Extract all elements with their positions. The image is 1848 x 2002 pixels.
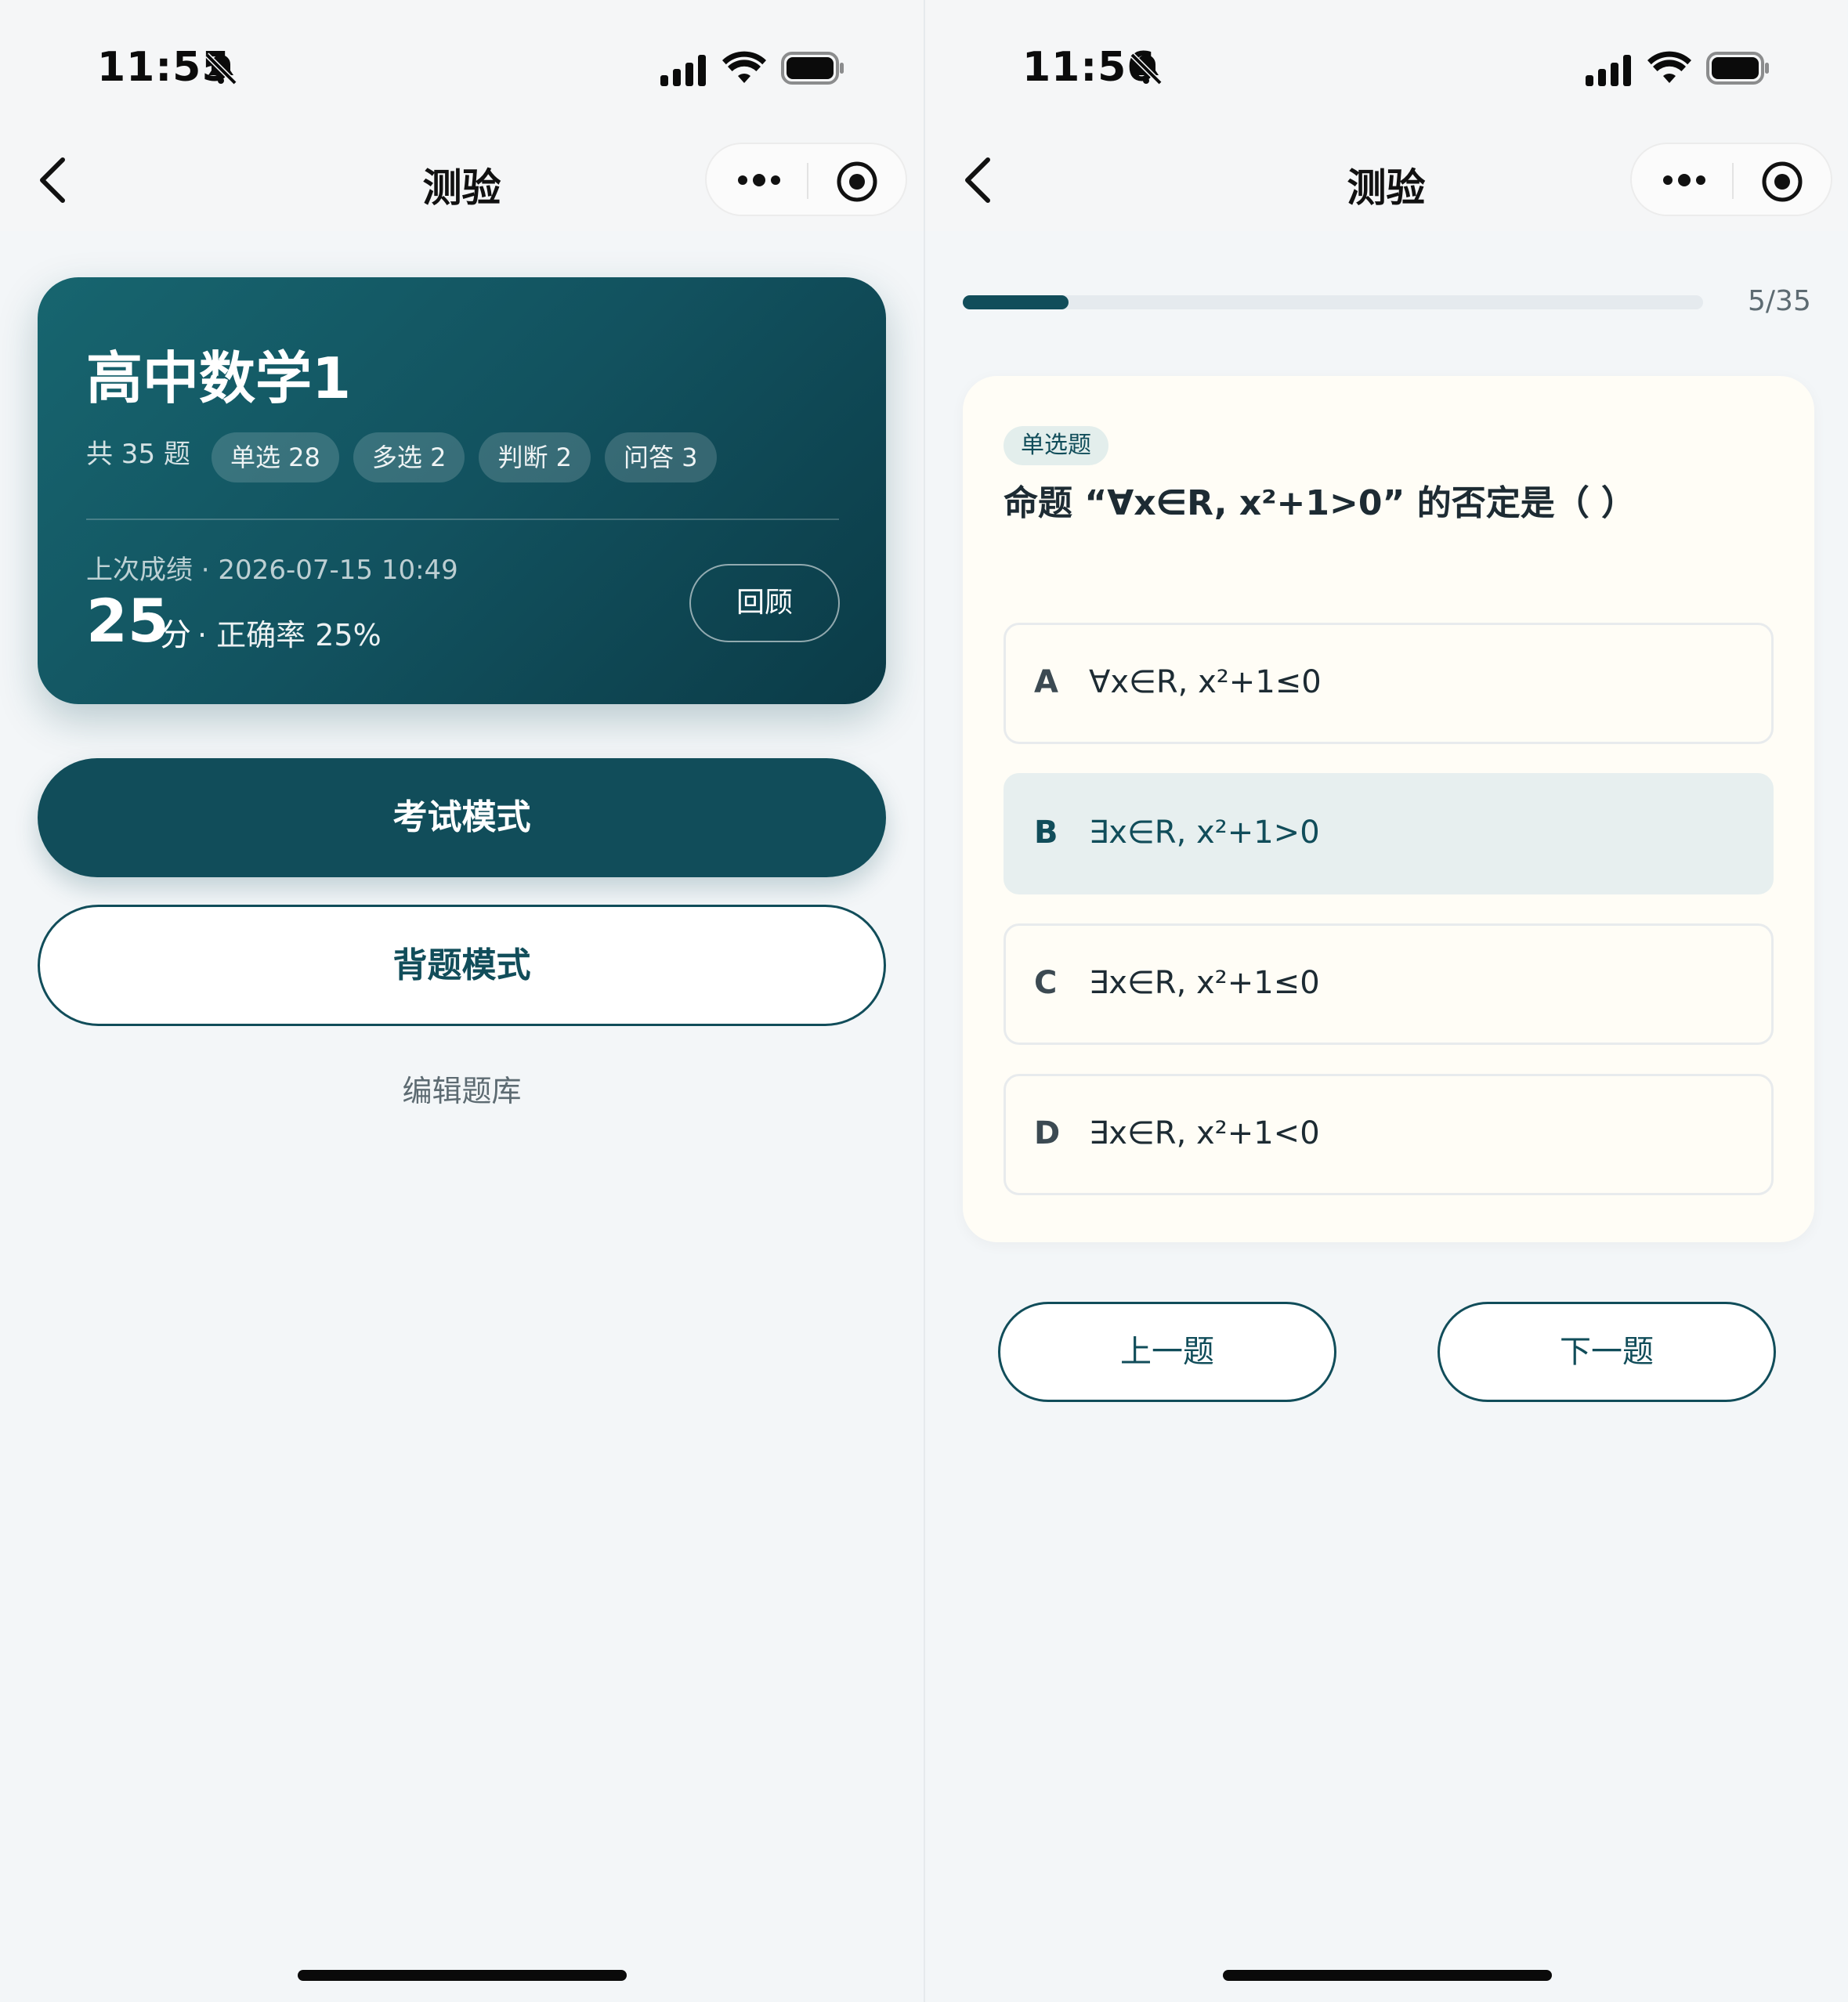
option-letter: D [1034,1115,1061,1151]
previous-question-button[interactable]: 上一题 [998,1302,1336,1402]
signal-icon [1586,55,1631,86]
option-b[interactable]: B ∃x∈R, x²+1>0 [1004,773,1774,894]
option-d[interactable]: D ∃x∈R, x²+1<0 [1004,1074,1774,1195]
exam-mode-button[interactable]: 考试模式 [38,758,886,877]
nav-bar: 测验 [925,133,1847,231]
home-indicator[interactable] [298,1970,627,1981]
battery-icon [1706,52,1769,85]
option-c[interactable]: C ∃x∈R, x²+1≤0 [1004,923,1774,1045]
chip-single-choice: 单选 28 [212,432,339,482]
home-indicator[interactable] [1223,1970,1552,1981]
option-letter: B [1034,815,1058,851]
quiz-summary-card: 高中数学1 共 35 题 单选 28 多选 2 判断 2 问答 3 上次成绩 ·… [38,277,886,704]
memorize-mode-button[interactable]: 背题模式 [38,905,886,1026]
next-question-button[interactable]: 下一题 [1438,1302,1776,1402]
screenshot-stage: 11:55 测验 高中数学1 共 35 题 单选 28 多选 2 判断 2 问答… [0,0,1848,2002]
target-circle-icon[interactable] [835,160,879,204]
edit-question-bank-link[interactable]: 编辑题库 [0,1067,924,1110]
score-unit: 分 [160,617,191,653]
last-score-value: 25 [86,586,169,656]
status-bar: 11:56 [925,0,1847,133]
wifi-icon [1647,51,1691,83]
chip-multiple-choice: 多选 2 [353,432,465,482]
bell-slash-icon [1130,52,1163,85]
quiz-home-screen: 11:55 测验 高中数学1 共 35 题 单选 28 多选 2 判断 2 问答… [0,0,924,2002]
review-button[interactable]: 回顾 [689,564,840,642]
progress-text: 5/35 [1748,285,1811,317]
option-text: ∃x∈R, x²+1<0 [1089,1115,1320,1151]
option-letter: C [1034,965,1058,1001]
accuracy-text: · 正确率 25% [197,618,382,652]
mini-program-capsule [1630,143,1832,216]
question-total: 共 35 题 [86,439,190,470]
option-text: ∃x∈R, x²+1≤0 [1089,965,1320,1001]
chip-true-false: 判断 2 [479,432,591,482]
question-card: 单选题 命题 “∀x∈R, x²+1>0” 的否定是（ ） A ∀x∈R, x²… [963,376,1814,1242]
target-circle-icon[interactable] [1760,160,1804,204]
wifi-icon [722,51,766,83]
capsule-divider [807,163,808,199]
capsule-divider [1732,163,1734,199]
option-a[interactable]: A ∀x∈R, x²+1≤0 [1004,623,1774,744]
battery-icon [781,52,844,85]
progress-bar [963,295,1703,309]
option-text: ∃x∈R, x²+1>0 [1089,815,1320,851]
mini-program-capsule [705,143,907,216]
quiz-question-screen: 11:56 测验 5/35 单选题 命题 “∀x∈R, x²+1>0” 的否定是… [924,0,1847,2002]
last-score-label: 上次成绩 · 2026-07-15 10:49 [86,555,458,586]
signal-icon [660,55,706,86]
option-letter: A [1034,664,1058,700]
chip-qa: 问答 3 [605,432,717,482]
more-dots-icon[interactable] [735,164,783,196]
question-type-chips: 单选 28 多选 2 判断 2 问答 3 [212,432,717,482]
quiz-title: 高中数学1 [86,345,352,411]
bell-slash-icon [204,52,237,85]
card-divider [86,519,839,520]
question-type-badge: 单选题 [1004,426,1108,465]
status-bar: 11:55 [0,0,924,133]
option-text: ∀x∈R, x²+1≤0 [1089,664,1322,700]
progress-bar-fill [963,295,1069,309]
nav-bar: 测验 [0,133,924,231]
more-dots-icon[interactable] [1660,164,1709,196]
question-text: 命题 “∀x∈R, x²+1>0” 的否定是（ ） [1004,483,1636,523]
